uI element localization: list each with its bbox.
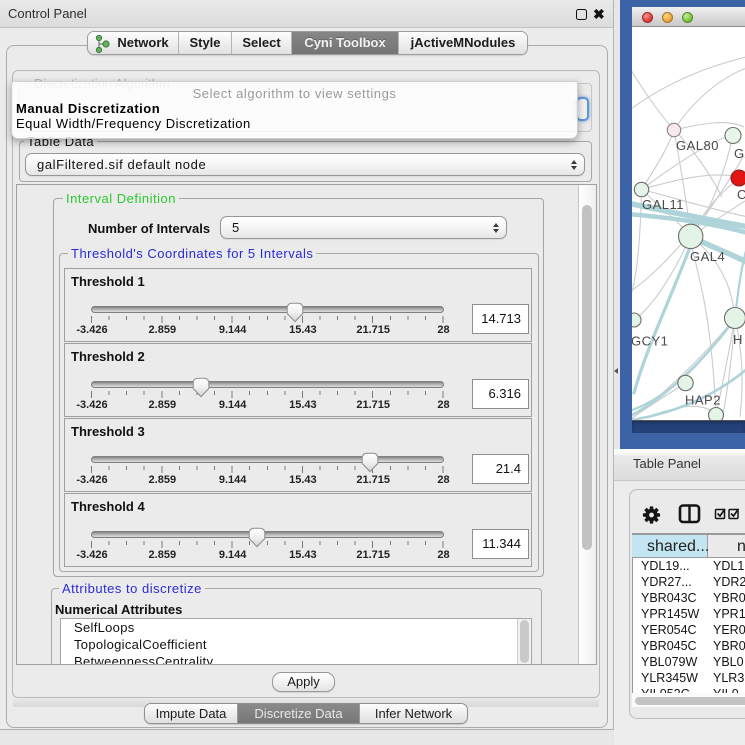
svg-text:GAL4: GAL4 [690, 249, 725, 264]
svg-text:GAL80: GAL80 [676, 138, 719, 153]
svg-text:GAL11: GAL11 [642, 197, 684, 212]
svg-text:HAP2: HAP2 [685, 393, 721, 408]
svg-text:GA: GA [734, 146, 745, 161]
svg-text:H: H [733, 332, 743, 347]
svg-text:CY: CY [737, 187, 745, 202]
svg-text:GCY1: GCY1 [632, 334, 668, 349]
